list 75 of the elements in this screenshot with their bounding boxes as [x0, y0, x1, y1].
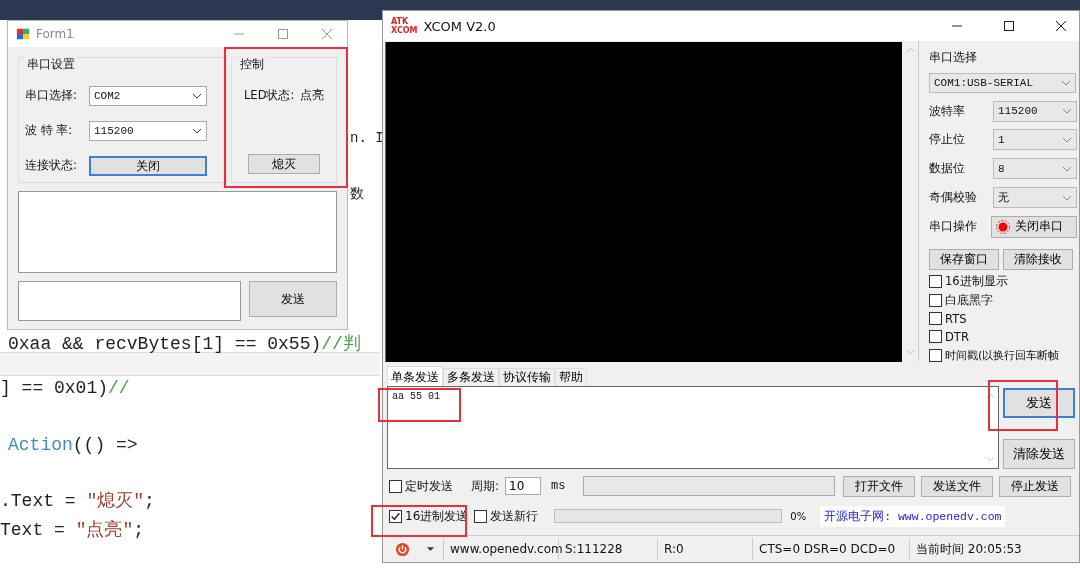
status-text: R:0 — [657, 538, 752, 560]
code-line: Text = "点亮"; — [0, 519, 145, 541]
field-label: 串口操作 — [929, 218, 977, 236]
close-port-button[interactable]: 关闭串口 — [991, 215, 1077, 238]
timer-checkbox[interactable]: 定时发送 — [389, 477, 453, 495]
field-label: 停止位 — [929, 131, 965, 149]
tab[interactable]: 协议传输 — [499, 368, 555, 386]
dropdown[interactable]: 115200 — [993, 100, 1077, 122]
dropdown[interactable]: COM1:USB-SERIAL — [929, 73, 1076, 93]
file-path-field[interactable] — [583, 476, 836, 496]
dropdown[interactable]: 115200 — [89, 120, 207, 141]
tab[interactable]: 多条发送 — [443, 368, 499, 386]
code-fragment: n. I — [350, 130, 384, 146]
group-title: 控制 — [238, 56, 267, 73]
status-value: 点亮 — [300, 88, 325, 103]
file-button[interactable]: 停止发送 — [999, 475, 1072, 497]
panel-button[interactable]: 清除接收 — [1003, 249, 1073, 270]
group-title: 串口设置 — [25, 56, 77, 73]
newline-checkbox[interactable]: 发送新行 — [474, 507, 539, 525]
window-title: XCOM V2.0 — [423, 18, 496, 34]
tab[interactable]: 单条发送 — [387, 366, 443, 387]
field-label: 串口选择: — [25, 88, 78, 103]
send-button[interactable]: 发送 — [249, 281, 337, 317]
close-port-button[interactable]: 关闭 — [89, 155, 207, 176]
dropdown[interactable]: 无 — [993, 187, 1077, 209]
field-label: 奇偶校验 — [929, 189, 977, 207]
maximize-icon[interactable] — [1003, 20, 1015, 32]
checkmark-icon — [390, 510, 401, 522]
code-line: .Text = "熄灭"; — [0, 490, 155, 512]
field-label: 连接状态: — [25, 158, 78, 173]
panel-button[interactable]: 保存窗口 — [929, 249, 999, 270]
option-checkbox[interactable]: RTS — [929, 312, 1007, 326]
led-off-button[interactable]: 熄灭 — [248, 154, 321, 174]
option-checkbox[interactable]: 时间戳(以换行回车断帧 — [929, 348, 1079, 363]
field-label: 波特率 — [929, 102, 965, 120]
power-icon[interactable] — [395, 541, 410, 557]
window-title: Form1 — [36, 27, 74, 41]
code-line: ] == 0x01)// — [0, 378, 130, 398]
caret-icon[interactable] — [192, 92, 202, 99]
option-checkbox[interactable]: 白底黑字 — [929, 293, 1007, 308]
close-icon[interactable] — [1055, 20, 1067, 32]
clear-send-button[interactable]: 清除发送 — [1003, 439, 1075, 469]
code-line: 0xaa && recvBytes[1] == 0x55)//判 — [8, 333, 361, 355]
option-checkbox[interactable]: DTR — [929, 330, 1007, 344]
site-banner: 开源电子网: www.openedv.com — [820, 505, 1006, 527]
scroll-up-icon[interactable] — [985, 393, 995, 399]
period-field[interactable]: 10 — [505, 477, 542, 495]
file-button[interactable]: 打开文件 — [843, 475, 916, 497]
status-label: LED状态: — [243, 88, 295, 103]
file-button[interactable]: 发送文件 — [921, 475, 994, 497]
app-logo: ATK XCOM — [391, 17, 418, 35]
scroll-down-icon[interactable] — [985, 456, 995, 462]
field-label: 串口选择 — [929, 49, 978, 66]
progress-reading: 0% — [790, 510, 807, 522]
status-text: CTS=0 DSR=0 DCD=0 — [752, 538, 909, 560]
tab[interactable]: 帮助 — [555, 368, 587, 386]
window-icon — [16, 27, 30, 41]
field-label: 波 特 率: — [25, 123, 74, 138]
annotation-frame — [988, 380, 1058, 431]
dropdown-arrow-icon[interactable] — [426, 546, 435, 552]
status-text: 当前时间 20:05:53 — [909, 538, 1079, 560]
option-checkbox[interactable]: 16进制显示 — [929, 274, 1007, 289]
unit-label: ms — [551, 479, 566, 493]
field-label: 周期: — [471, 477, 500, 495]
dropdown[interactable]: 8 — [993, 158, 1077, 180]
receive-textbox[interactable] — [18, 191, 337, 273]
send-input[interactable] — [18, 281, 242, 321]
field-label: 数据位 — [929, 160, 965, 178]
caret-icon[interactable] — [192, 127, 202, 134]
send-textbox[interactable]: aa 55 01 — [387, 386, 999, 469]
dropdown[interactable]: 1 — [993, 129, 1077, 151]
code-line: Action(() => — [8, 435, 138, 455]
dropdown[interactable]: COM2 — [89, 85, 207, 106]
code-fragment: 数 — [350, 185, 364, 203]
send-button[interactable]: 发送 — [1003, 388, 1075, 418]
